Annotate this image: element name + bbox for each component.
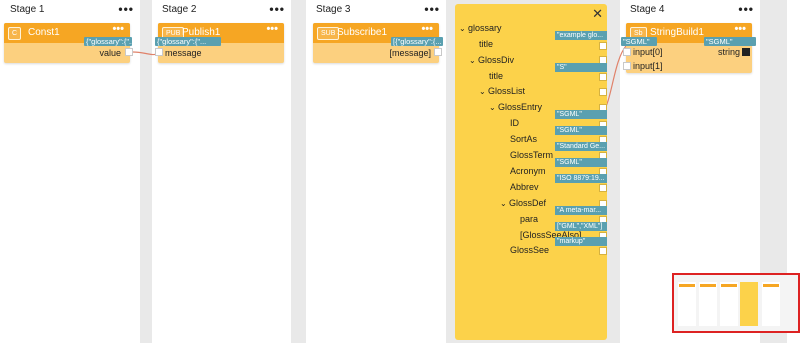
tree-node-id: ID [510, 118, 519, 128]
stage-menu-button[interactable]: ••• [118, 2, 134, 16]
chevron-down-icon[interactable]: ⌄ [469, 56, 478, 65]
value-output-port[interactable] [125, 48, 133, 56]
node-menu-button[interactable]: ••• [421, 23, 433, 35]
stringbuild1-node[interactable]: Sb StringBuild1 ••• "SGML" "SGML" input[… [621, 23, 756, 73]
tree-node-glossdef[interactable]: ⌄ GlossDef [500, 198, 546, 208]
node-menu-button[interactable]: ••• [112, 23, 124, 35]
tree-node-abbrev: Abbrev [510, 182, 539, 192]
tree-value: "Standard Ge... [555, 142, 607, 151]
stage-title: Stage 4 [630, 4, 665, 15]
minimap-node [679, 284, 695, 287]
minimap-stage [720, 282, 738, 326]
message-output-chip: [{"glossary":{... [391, 37, 443, 46]
tree-value: "markup" [555, 237, 607, 246]
tree-value: "SGML" [555, 126, 607, 135]
tree-key: SortAs [510, 134, 538, 144]
node-name: StringBuild1 [650, 27, 704, 38]
tree-node-glossary[interactable]: ⌄ glossary [459, 23, 502, 33]
stage-menu-button[interactable]: ••• [269, 2, 285, 16]
string-output-port[interactable] [742, 48, 750, 56]
tree-key: GlossList [488, 86, 526, 96]
stage-title: Stage 2 [162, 4, 197, 15]
tree-node-glosslist[interactable]: ⌄ GlossList [479, 86, 525, 96]
input0-chip: "SGML" [621, 37, 657, 46]
input1-port-label: input[1] [633, 61, 663, 71]
tree-value-port[interactable] [599, 184, 607, 192]
tree-key: GlossDiv [478, 55, 515, 65]
tree-node-title: title [479, 39, 493, 49]
stage-title: Stage 1 [10, 4, 45, 15]
node-menu-button[interactable]: ••• [266, 23, 278, 35]
tree-key: glossary [468, 23, 502, 33]
tree-node-acronym: Acronym [510, 166, 546, 176]
message-inspector-panel: ✕ ⌄ glossary title "example glo... ⌄ Gloss… [455, 4, 607, 340]
tree-node-glosssee: GlossSee [510, 245, 549, 255]
chevron-down-icon[interactable]: ⌄ [489, 103, 498, 112]
tree-key: GlossTerm [510, 150, 554, 160]
output-port-label: string [717, 47, 740, 57]
tree-key: GlossEntry [498, 102, 543, 112]
tree-value-port[interactable] [599, 73, 607, 81]
tree-value: "example glo... [555, 31, 607, 40]
tree-value-port[interactable] [599, 88, 607, 96]
chevron-down-icon[interactable]: ⌄ [500, 199, 509, 208]
tree-key: para [520, 214, 539, 224]
tree-key: title [479, 39, 494, 49]
tree-key: Acronym [510, 166, 546, 176]
minimap-node [763, 284, 779, 287]
minimap-inspector [740, 282, 758, 326]
tree-node-para: para [520, 214, 538, 224]
tree-key: ID [510, 118, 519, 128]
tree-value: "A meta-mar... [555, 206, 607, 215]
message-port-label: message [165, 48, 202, 58]
tree-key: GlossDef [509, 198, 547, 208]
message-input-port[interactable] [155, 48, 163, 56]
input0-port-label: input[0] [633, 47, 663, 57]
input0-port[interactable] [623, 48, 631, 56]
output-chip: "SGML" [704, 37, 756, 46]
publish1-node[interactable]: PUB Publish1 ••• {"glossary":{"... messa… [155, 23, 284, 63]
stage-title: Stage 3 [316, 4, 351, 15]
stage-menu-button[interactable]: ••• [424, 2, 440, 16]
tree-value: ["GML","XML"] [555, 222, 607, 231]
tree-value-port[interactable] [599, 247, 607, 255]
tree-value: "SGML" [555, 110, 607, 119]
tree-node-glossdiv[interactable]: ⌄ GlossDiv [469, 55, 514, 65]
minimap-node [700, 284, 716, 287]
chevron-down-icon[interactable]: ⌄ [479, 87, 488, 96]
subscribe1-node[interactable]: SUB Subscribe1 ••• [{"glossary":{... [me… [313, 23, 443, 63]
minimap-stage [762, 282, 780, 326]
minimap-stage [699, 282, 717, 326]
tree-value: "S" [555, 63, 607, 72]
minimap-stage [678, 282, 696, 326]
tree-key: GlossSee [510, 245, 550, 255]
tree-value: "SGML" [555, 158, 607, 167]
minimap[interactable] [672, 273, 800, 333]
value-port-label: value [99, 48, 121, 58]
tree-node-glossentry[interactable]: ⌄ GlossEntry [489, 102, 542, 112]
chevron-down-icon[interactable]: ⌄ [459, 24, 468, 33]
const-type-badge: C [8, 27, 22, 40]
input1-port[interactable] [623, 62, 631, 70]
tree-value-port[interactable] [599, 42, 607, 50]
value-chip: {"glossary":{"... [84, 37, 132, 46]
message-input-chip: {"glossary":{"... [155, 37, 221, 46]
tree-value: "ISO 8879:19... [555, 174, 607, 183]
message-output-port[interactable] [434, 48, 442, 56]
node-name: Const1 [28, 27, 60, 38]
tree-key: Abbrev [510, 182, 539, 192]
tree-node-title: title [489, 71, 503, 81]
node-name: Subscribe1 [337, 27, 388, 38]
tree-node-sortas: SortAs [510, 134, 537, 144]
stage-menu-button[interactable]: ••• [738, 2, 754, 16]
tree-key: title [489, 71, 504, 81]
const1-node[interactable]: C Const1 ••• {"glossary":{"... value [4, 23, 133, 63]
close-icon[interactable]: ✕ [592, 6, 603, 22]
node-menu-button[interactable]: ••• [734, 23, 746, 35]
tree-node-glossterm: GlossTerm [510, 150, 553, 160]
minimap-node [721, 284, 737, 287]
message-port-label: [message] [389, 48, 431, 58]
